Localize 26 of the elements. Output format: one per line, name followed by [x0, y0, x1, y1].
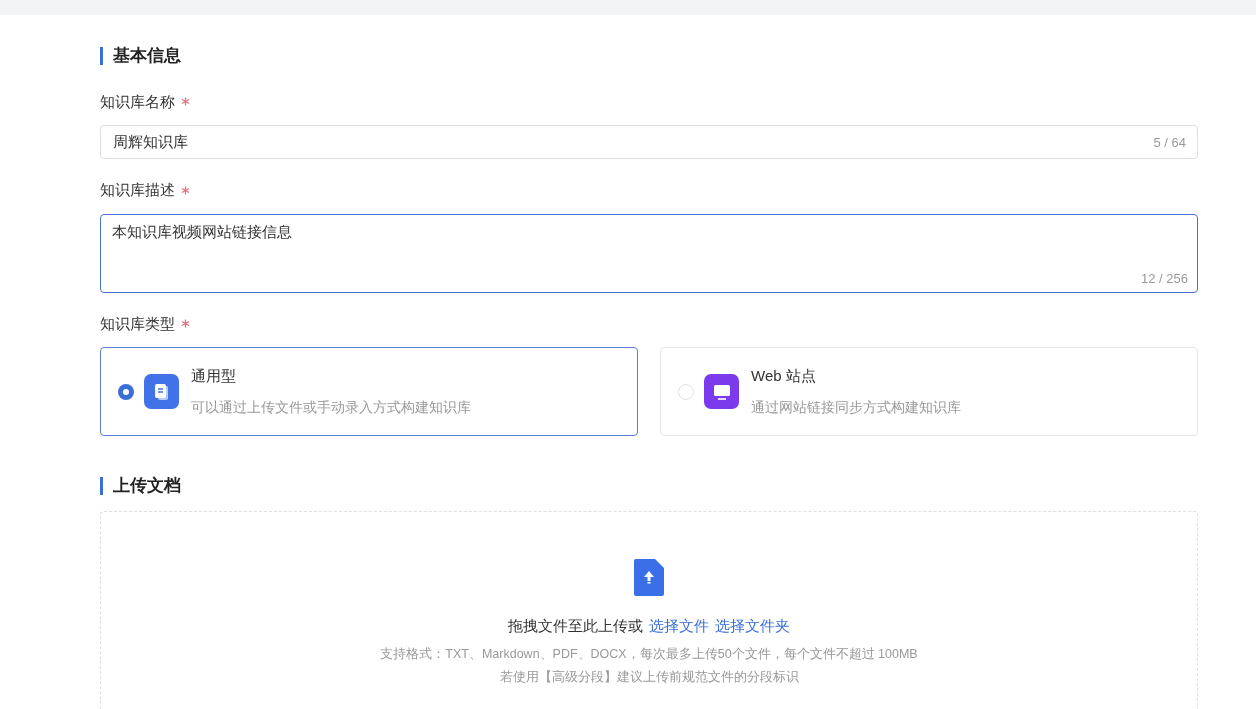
field-label: 知识库描述 [100, 180, 175, 200]
heading-bar [100, 46, 103, 65]
option-title: 通用型 [191, 365, 237, 386]
type-option-card[interactable]: 通用型 可以通过上传文件或手动录入方式构建知识库 [100, 347, 638, 436]
field-label: 知识库名称 [100, 91, 175, 112]
field-label: 知识库类型 [100, 313, 175, 334]
character-counter: 5 / 64 [1153, 134, 1186, 152]
select-link[interactable]: 选择文件夹 [715, 614, 790, 637]
type-option-card[interactable]: Web 站点 通过网站链接同步方式构建知识库 [660, 347, 1198, 436]
option-description: 通过网站链接同步方式构建知识库 [751, 398, 961, 418]
upload-prompt: 拖拽文件至此上传或 [508, 615, 643, 636]
heading-bar [100, 476, 103, 495]
segment-hint-text: 若使用【高级分段】建议上传前规范文件的分段标识 [499, 668, 799, 686]
supported-formats-text: 支持格式：TXT、Markdown、PDF、DOCX，每次最多上传50个文件，每个文件不超过 100MB [380, 646, 918, 663]
select-link[interactable]: 选择文件 [649, 614, 709, 637]
character-counter: 12 / 256 [1141, 270, 1188, 288]
section-heading: 基本信息 [113, 45, 181, 67]
radio-button[interactable] [118, 383, 134, 400]
option-description: 可以通过上传文件或手动录入方式构建知识库 [191, 398, 471, 418]
document-icon [144, 374, 179, 409]
upload-dropzone[interactable]: 拖拽文件至此上传或 选择文件 选择文件夹 支持格式：TXT、Markdown、PDF、DOCX，每次最多上传50个文件，每个文件不超过 100MB 若使用【高级分段】建议上传前规范文件的分段标识 [100, 510, 1198, 709]
section-heading: 上传文档 [113, 475, 181, 497]
option-title: Web 站点 [751, 365, 817, 386]
monitor-icon [704, 374, 739, 409]
radio-button[interactable] [678, 383, 694, 400]
file-upload-icon [634, 558, 664, 596]
